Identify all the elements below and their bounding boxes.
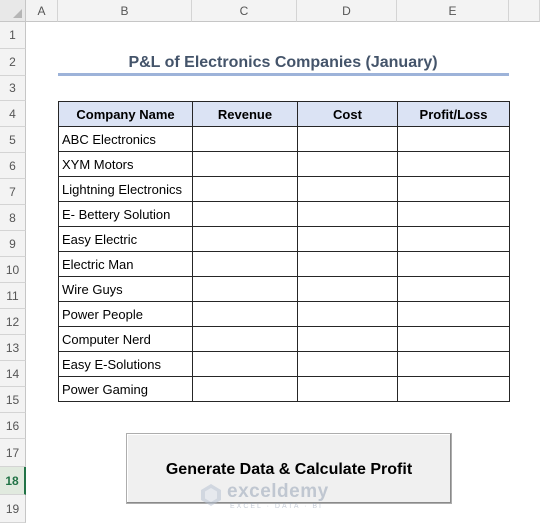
row-header[interactable]: 17 <box>0 439 26 467</box>
profit-loss-cell[interactable] <box>397 351 510 377</box>
company-name-cell[interactable]: Easy Electric <box>58 226 193 252</box>
header-company-name[interactable]: Company Name <box>58 101 193 127</box>
row-header[interactable]: 13 <box>0 335 26 361</box>
company-name-cell[interactable]: Easy E-Solutions <box>58 351 193 377</box>
pl-table: Company Name Revenue Cost Profit/Loss AB… <box>58 101 510 402</box>
profit-loss-cell[interactable] <box>397 251 510 277</box>
profit-loss-cell[interactable] <box>397 226 510 252</box>
row-header[interactable]: 2 <box>0 49 26 76</box>
row-header[interactable]: 15 <box>0 387 26 413</box>
profit-loss-cell[interactable] <box>397 376 510 402</box>
column-header-e[interactable]: E <box>397 0 509 22</box>
company-name-cell[interactable]: Power Gaming <box>58 376 193 402</box>
company-name-cell[interactable]: Lightning Electronics <box>58 176 193 202</box>
company-name-cell[interactable]: Computer Nerd <box>58 326 193 352</box>
row-header[interactable]: 11 <box>0 283 26 309</box>
column-header-d[interactable]: D <box>297 0 397 22</box>
company-name-cell[interactable]: Electric Man <box>58 251 193 277</box>
row-header[interactable]: 16 <box>0 413 26 439</box>
row-header[interactable]: 8 <box>0 205 26 231</box>
profit-loss-cell[interactable] <box>397 326 510 352</box>
column-header-a[interactable]: A <box>26 0 58 22</box>
table-row: Wire Guys <box>58 276 510 302</box>
row-header[interactable]: 3 <box>0 76 26 101</box>
row-header[interactable]: 14 <box>0 361 26 387</box>
title-underline <box>58 73 509 76</box>
column-header-f[interactable] <box>509 0 540 22</box>
profit-loss-cell[interactable] <box>397 126 510 152</box>
table-row: ABC Electronics <box>58 126 510 152</box>
revenue-cell[interactable] <box>192 176 298 202</box>
table-row: Lightning Electronics <box>58 176 510 202</box>
cost-cell[interactable] <box>297 176 398 202</box>
table-row: Easy E-Solutions <box>58 351 510 377</box>
revenue-cell[interactable] <box>192 301 298 327</box>
cost-cell[interactable] <box>297 351 398 377</box>
table-row: XYM Motors <box>58 151 510 177</box>
table-row: Electric Man <box>58 251 510 277</box>
profit-loss-cell[interactable] <box>397 301 510 327</box>
cost-cell[interactable] <box>297 226 398 252</box>
profit-loss-cell[interactable] <box>397 201 510 227</box>
revenue-cell[interactable] <box>192 251 298 277</box>
revenue-cell[interactable] <box>192 276 298 302</box>
table-header-row: Company Name Revenue Cost Profit/Loss <box>58 101 510 127</box>
revenue-cell[interactable] <box>192 151 298 177</box>
row-header[interactable]: 5 <box>0 127 26 153</box>
table-row: Power Gaming <box>58 376 510 402</box>
company-name-cell[interactable]: XYM Motors <box>58 151 193 177</box>
cost-cell[interactable] <box>297 301 398 327</box>
table-row: Easy Electric <box>58 226 510 252</box>
cost-cell[interactable] <box>297 326 398 352</box>
revenue-cell[interactable] <box>192 376 298 402</box>
generate-data-calculate-profit-button[interactable]: Generate Data & Calculate Profit <box>126 433 452 504</box>
company-name-cell[interactable]: Power People <box>58 301 193 327</box>
column-header-b[interactable]: B <box>58 0 192 22</box>
revenue-cell[interactable] <box>192 126 298 152</box>
row-header-active[interactable]: 18 <box>0 467 26 495</box>
profit-loss-cell[interactable] <box>397 276 510 302</box>
header-revenue[interactable]: Revenue <box>192 101 298 127</box>
cost-cell[interactable] <box>297 376 398 402</box>
revenue-cell[interactable] <box>192 226 298 252</box>
row-header[interactable]: 4 <box>0 101 26 127</box>
row-header[interactable]: 9 <box>0 231 26 257</box>
profit-loss-cell[interactable] <box>397 151 510 177</box>
row-header[interactable]: 6 <box>0 153 26 179</box>
header-cost[interactable]: Cost <box>297 101 398 127</box>
cost-cell[interactable] <box>297 276 398 302</box>
select-all-corner[interactable] <box>0 0 26 22</box>
cost-cell[interactable] <box>297 251 398 277</box>
row-header[interactable]: 1 <box>0 22 26 49</box>
cost-cell[interactable] <box>297 126 398 152</box>
company-name-cell[interactable]: Wire Guys <box>58 276 193 302</box>
profit-loss-cell[interactable] <box>397 176 510 202</box>
column-header-c[interactable]: C <box>192 0 297 22</box>
cost-cell[interactable] <box>297 201 398 227</box>
row-header[interactable]: 7 <box>0 179 26 205</box>
revenue-cell[interactable] <box>192 201 298 227</box>
header-profit-loss[interactable]: Profit/Loss <box>397 101 510 127</box>
row-header[interactable]: 10 <box>0 257 26 283</box>
table-row: Computer Nerd <box>58 326 510 352</box>
table-row: E- Bettery Solution <box>58 201 510 227</box>
table-row: Power People <box>58 301 510 327</box>
cost-cell[interactable] <box>297 151 398 177</box>
revenue-cell[interactable] <box>192 351 298 377</box>
row-header[interactable]: 12 <box>0 309 26 335</box>
company-name-cell[interactable]: E- Bettery Solution <box>58 201 193 227</box>
company-name-cell[interactable]: ABC Electronics <box>58 126 193 152</box>
row-header[interactable]: 19 <box>0 495 26 523</box>
sheet-title: P&L of Electronics Companies (January) <box>128 54 438 71</box>
revenue-cell[interactable] <box>192 326 298 352</box>
